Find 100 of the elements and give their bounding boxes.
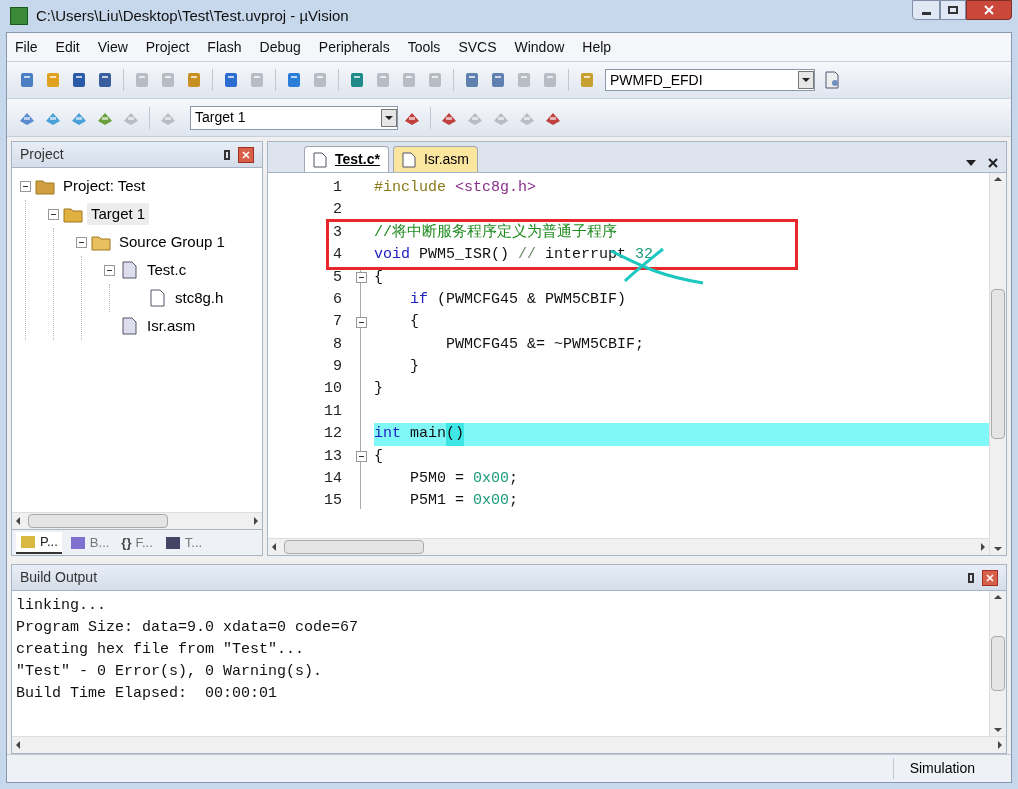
scroll-right-icon[interactable] — [254, 517, 258, 525]
document-icon — [119, 261, 139, 279]
output-line: Build Time Elapsed: 00:00:01 — [16, 684, 279, 704]
menu-item[interactable]: Flash — [207, 36, 242, 58]
menu-item[interactable]: Edit — [55, 36, 80, 58]
scroll-right-icon[interactable] — [981, 543, 985, 551]
scroll-right-icon[interactable] — [998, 741, 1002, 749]
close-button[interactable] — [238, 146, 254, 163]
close-icon — [242, 150, 250, 159]
scroll-down-icon[interactable] — [994, 728, 1002, 732]
line-number: 15 — [323, 491, 343, 512]
scroll-up-icon[interactable] — [994, 595, 1002, 599]
line-number: 1 — [332, 177, 343, 198]
code-line: } — [374, 379, 383, 400]
menu-item[interactable]: Peripherals — [318, 36, 390, 58]
horizontal-scrollbar[interactable] — [12, 736, 1006, 753]
document-icon — [313, 151, 327, 168]
collapse-toggle[interactable] — [104, 264, 115, 276]
tree-item[interactable]: Project: Test — [59, 174, 150, 198]
code-line: } — [409, 357, 419, 378]
line-number: 2 — [332, 200, 343, 221]
vertical-scrollbar[interactable] — [989, 173, 1006, 555]
menu-item[interactable]: SVCS — [458, 36, 497, 58]
horizontal-scrollbar[interactable] — [268, 538, 989, 555]
line-number: 14 — [323, 469, 343, 490]
panel-title: Project — [20, 145, 64, 164]
vertical-scrollbar[interactable] — [989, 591, 1006, 736]
tree-item[interactable]: Test.c — [143, 258, 191, 282]
line-number: 5 — [332, 267, 343, 288]
scroll-thumb[interactable] — [991, 636, 1005, 691]
menu-item[interactable]: Help — [582, 36, 612, 58]
menu-item[interactable]: Window — [514, 36, 565, 58]
tree-item[interactable]: Source Group 1 — [115, 230, 229, 254]
output-line: linking... — [16, 596, 107, 616]
line-number: 4 — [332, 245, 343, 266]
menu-item[interactable]: Tools — [407, 36, 441, 58]
code-line: { — [409, 312, 419, 333]
editor-tab[interactable]: Test.c* — [304, 146, 389, 172]
scroll-down-icon[interactable] — [994, 547, 1002, 551]
menu-item[interactable]: File — [15, 36, 38, 58]
status-mode: Simulation — [892, 758, 991, 779]
output-line: Program Size: data=9.0 xdata=0 code=67 — [16, 618, 360, 638]
fold-toggle[interactable] — [355, 272, 367, 284]
code-line: P5M1 = 0x00; — [409, 491, 519, 512]
line-number: 3 — [332, 222, 343, 243]
code-line: PWMCFG45 &= ~PWM5CBIF; — [445, 334, 645, 355]
close-button[interactable] — [966, 0, 1012, 20]
maximize-button[interactable] — [940, 0, 966, 20]
editor-tab[interactable]: Isr.asm — [392, 146, 478, 172]
scroll-left-icon[interactable] — [272, 543, 276, 551]
document-icon — [147, 289, 167, 307]
horizontal-scrollbar[interactable] — [12, 512, 262, 529]
panel-tab[interactable]: T... — [160, 531, 207, 554]
scroll-left-icon[interactable] — [16, 741, 20, 749]
output-line: creating hex file from "Test"... — [16, 640, 306, 660]
close-icon[interactable] — [988, 158, 998, 168]
line-number: 11 — [323, 401, 343, 422]
line-number: 6 — [332, 289, 343, 310]
scroll-thumb[interactable] — [28, 514, 168, 528]
menu-item[interactable]: Debug — [259, 36, 301, 58]
dropdown-caret-icon[interactable] — [381, 108, 397, 127]
pin-icon[interactable] — [968, 572, 974, 583]
scroll-thumb[interactable] — [284, 540, 424, 554]
line-number: 7 — [332, 312, 343, 333]
scroll-left-icon[interactable] — [16, 517, 20, 525]
close-button[interactable] — [982, 569, 998, 586]
scroll-up-icon[interactable] — [994, 177, 1002, 181]
panel-title: Build Output — [20, 568, 98, 587]
pin-icon[interactable] — [224, 149, 230, 160]
collapse-toggle[interactable] — [48, 208, 59, 220]
collapse-toggle[interactable] — [20, 180, 31, 192]
dropdown-caret-icon[interactable] — [966, 160, 976, 166]
find-combo[interactable]: PWMFD_EFDI — [605, 69, 815, 91]
fold-toggle[interactable] — [355, 451, 367, 463]
code-line: if (PWMCFG45 & PWM5CBIF) — [409, 289, 627, 310]
menu-item[interactable]: Project — [145, 36, 190, 58]
panel-tab[interactable]: P... — [16, 531, 62, 554]
tree-item[interactable]: stc8g.h — [171, 286, 228, 310]
close-icon — [984, 5, 994, 15]
line-number: 13 — [323, 446, 343, 467]
minimize-button[interactable] — [912, 0, 940, 20]
target-combo[interactable]: Target 1 — [190, 105, 398, 130]
dropdown-caret-icon[interactable] — [798, 71, 814, 89]
code-line: #include <stc8g.h> — [374, 177, 537, 198]
document-icon — [119, 317, 139, 335]
panel-tab[interactable]: {} F... — [117, 531, 157, 554]
tree-item[interactable]: Isr.asm — [143, 314, 200, 338]
panel-tab[interactable]: B... — [65, 531, 114, 554]
line-number: 10 — [323, 379, 343, 400]
output-line: "Test" - 0 Error(s), 0 Warning(s). — [16, 662, 324, 682]
fold-toggle[interactable] — [355, 317, 367, 329]
document-icon — [401, 151, 416, 168]
code-line: //将中断服务程序定义为普通子程序 — [374, 222, 617, 243]
collapse-toggle[interactable] — [76, 236, 87, 248]
line-number: 12 — [323, 424, 343, 445]
tree-item[interactable]: Target 1 — [87, 202, 150, 226]
scroll-thumb[interactable] — [991, 289, 1005, 439]
close-icon — [986, 573, 994, 582]
code-line: { — [374, 446, 383, 467]
menu-item[interactable]: View — [97, 36, 128, 58]
